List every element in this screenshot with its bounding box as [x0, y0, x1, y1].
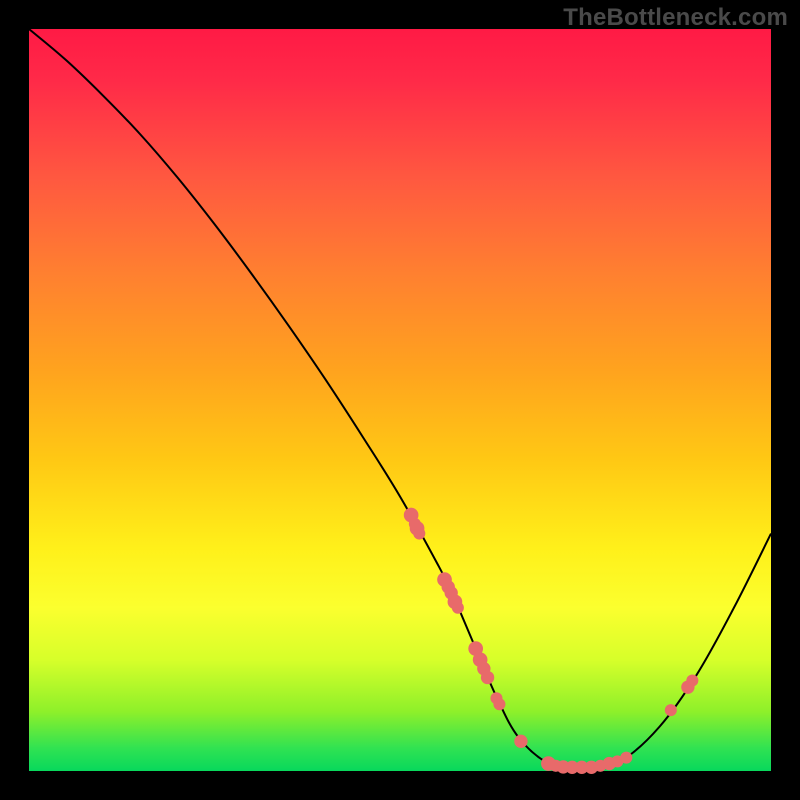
plot-area	[29, 29, 771, 771]
curve-marker	[452, 602, 464, 614]
curve-svg	[29, 29, 771, 771]
curve-marker	[514, 735, 527, 748]
curve-marker	[620, 752, 632, 764]
curve-marker	[413, 528, 425, 540]
bottleneck-curve	[29, 29, 771, 768]
watermark-label: TheBottleneck.com	[563, 4, 788, 32]
curve-marker	[686, 674, 698, 686]
curve-marker	[481, 671, 494, 684]
curve-marker	[493, 698, 505, 710]
chart-frame: TheBottleneck.com	[0, 0, 800, 800]
curve-marker	[665, 704, 677, 716]
